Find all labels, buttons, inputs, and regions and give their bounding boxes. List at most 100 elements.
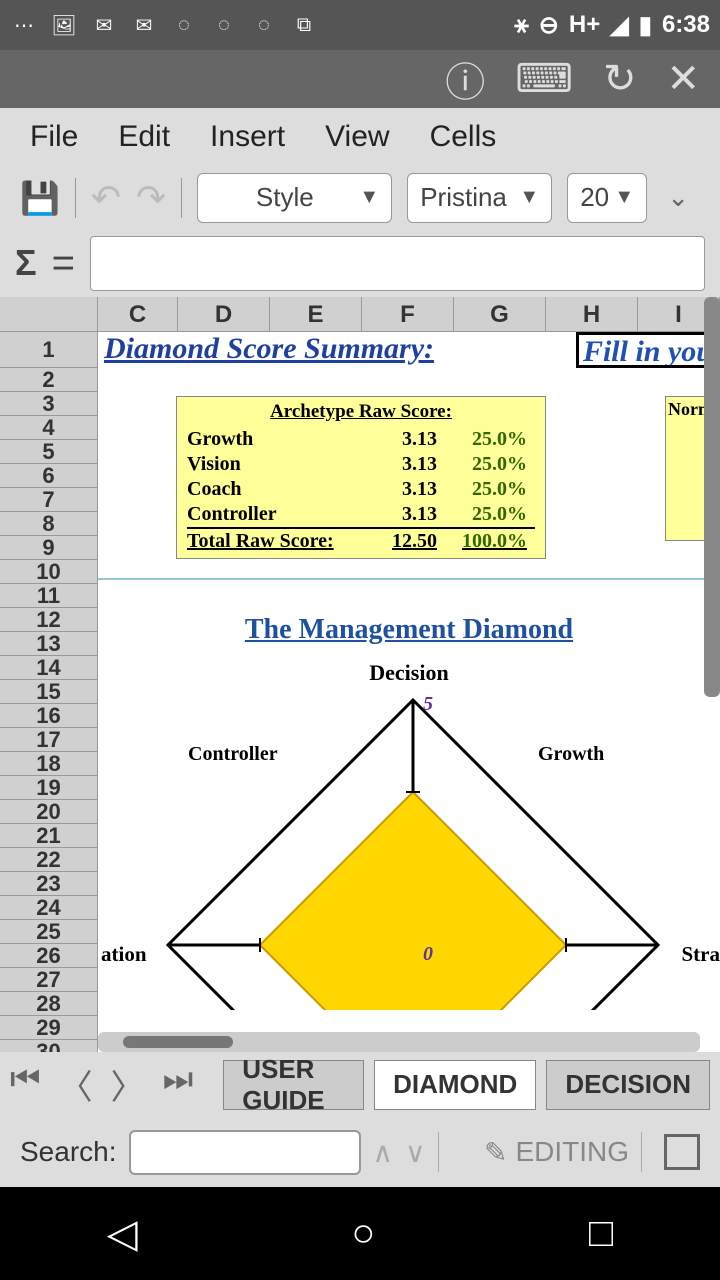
refresh-icon[interactable]: ↻ (603, 56, 637, 102)
menu-cells[interactable]: Cells (430, 120, 497, 154)
score-label: Coach (187, 478, 367, 501)
row-header[interactable]: 24 (0, 896, 97, 920)
mail-icon: ✉ (90, 11, 118, 39)
next-sheet-icon[interactable]: 〉 (111, 1060, 145, 1109)
row-header[interactable]: 28 (0, 992, 97, 1016)
redo-button[interactable]: ↷ (136, 177, 166, 219)
table-row: Coach 3.13 25.0% (187, 477, 535, 502)
undo-button[interactable]: ↶ (91, 177, 121, 219)
row-header[interactable]: 6 (0, 464, 97, 488)
table-row: Growth 3.13 25.0% (187, 427, 535, 452)
active-cell[interactable]: Fill in you (576, 332, 720, 368)
separator (181, 178, 182, 218)
score-value: 3.13 (367, 453, 437, 476)
back-button[interactable]: ◁ (107, 1211, 138, 1257)
row-header[interactable]: 1 (0, 332, 97, 368)
row-header[interactable]: 15 (0, 680, 97, 704)
axis-label-top: Decision (98, 660, 720, 686)
chevron-down-icon: ▼ (519, 186, 539, 209)
menu-file[interactable]: File (30, 120, 78, 154)
row-header[interactable]: 23 (0, 872, 97, 896)
menu-insert[interactable]: Insert (210, 120, 285, 154)
menu-edit[interactable]: Edit (118, 120, 170, 154)
horizontal-scrollbar[interactable] (98, 1032, 700, 1052)
score-value: 3.13 (367, 503, 437, 526)
row-header[interactable]: 14 (0, 656, 97, 680)
row-header[interactable]: 2 (0, 368, 97, 392)
row-header[interactable]: 20 (0, 800, 97, 824)
scrollbar-thumb[interactable] (123, 1036, 233, 1048)
axis-label-right: Growth (538, 743, 604, 765)
search-next-icon[interactable]: ∨ (405, 1136, 426, 1169)
search-input[interactable] (129, 1130, 361, 1175)
row-header[interactable]: 25 (0, 920, 97, 944)
clock: 6:38 (662, 11, 710, 39)
chart-title: The Management Diamond (98, 614, 720, 646)
prev-sheet-icon[interactable]: 〈 (59, 1060, 93, 1109)
row-header[interactable]: 12 (0, 608, 97, 632)
row-headers: 1 2 3 4 5 6 7 8 9 10 11 12 13 14 15 16 1… (0, 332, 98, 1052)
row-header[interactable]: 10 (0, 560, 97, 584)
column-header[interactable]: H (546, 297, 638, 331)
row-header[interactable]: 7 (0, 488, 97, 512)
row-header[interactable]: 21 (0, 824, 97, 848)
fullscreen-icon[interactable] (664, 1134, 700, 1170)
row-header[interactable]: 29 (0, 1016, 97, 1040)
sum-icon[interactable]: Σ (15, 242, 37, 284)
row-header[interactable]: 18 (0, 752, 97, 776)
select-all-corner[interactable] (0, 297, 98, 331)
recent-button[interactable]: □ (589, 1211, 613, 1256)
row-header[interactable]: 11 (0, 584, 97, 608)
tab-decision[interactable]: DECISION (546, 1060, 710, 1110)
column-header[interactable]: C (98, 297, 178, 331)
table-row: Vision 3.13 25.0% (187, 452, 535, 477)
row-header[interactable]: 3 (0, 392, 97, 416)
home-button[interactable]: ○ (351, 1211, 375, 1256)
keyboard-icon[interactable]: ⌨ (515, 56, 573, 102)
vertical-scrollbar[interactable] (704, 297, 720, 697)
row-header[interactable]: 19 (0, 776, 97, 800)
axis-zero: 0 (423, 943, 433, 965)
menu-view[interactable]: View (325, 120, 389, 154)
row-header[interactable]: 16 (0, 704, 97, 728)
first-sheet-icon[interactable]: ⏮ (10, 1060, 41, 1109)
divider (98, 578, 720, 580)
column-header[interactable]: F (362, 297, 454, 331)
score-percent: 25.0% (437, 478, 527, 501)
column-header[interactable]: G (454, 297, 546, 331)
row-header[interactable]: 4 (0, 416, 97, 440)
sheet-tabs-bar: ⏮ 〈 〉 ⏭ USER GUIDE DIAMOND DECISION (0, 1052, 720, 1117)
column-header[interactable]: E (270, 297, 362, 331)
font-dropdown[interactable]: Pristina ▼ (407, 173, 552, 223)
fontsize-dropdown[interactable]: 20 ▼ (567, 173, 647, 223)
expand-toolbar-icon[interactable]: ⌄ (667, 182, 689, 213)
row-header[interactable]: 8 (0, 512, 97, 536)
android-nav-bar: ◁ ○ □ (0, 1187, 720, 1280)
style-dropdown[interactable]: Style ▼ (197, 173, 392, 223)
score-percent: 25.0% (437, 503, 527, 526)
last-sheet-icon[interactable]: ⏭ (163, 1060, 194, 1109)
row-header[interactable]: 26 (0, 944, 97, 968)
info-icon[interactable]: ⓘ (445, 50, 485, 108)
format-bar: 💾 ↶ ↷ Style ▼ Pristina ▼ 20 ▼ ⌄ (0, 166, 720, 229)
separator (438, 1132, 439, 1172)
formula-input[interactable] (90, 236, 705, 291)
cells-content[interactable]: Diamond Score Summary: Fill in you Arche… (98, 332, 720, 1052)
tab-diamond[interactable]: DIAMOND (374, 1060, 536, 1110)
spreadsheet-area[interactable]: C D E F G H I 1 2 3 4 5 6 7 8 9 10 11 12… (0, 297, 720, 1052)
row-header[interactable]: 30 (0, 1040, 97, 1052)
more-icon: ⋯ (10, 11, 38, 39)
row-header[interactable]: 27 (0, 968, 97, 992)
column-header[interactable]: D (178, 297, 270, 331)
row-header[interactable]: 22 (0, 848, 97, 872)
save-icon[interactable]: 💾 (20, 179, 60, 217)
search-prev-icon[interactable]: ∧ (373, 1136, 394, 1169)
tab-user-guide[interactable]: USER GUIDE (223, 1060, 364, 1110)
row-header[interactable]: 17 (0, 728, 97, 752)
editing-mode[interactable]: ✎ EDITING (484, 1136, 629, 1169)
row-header[interactable]: 5 (0, 440, 97, 464)
row-header[interactable]: 9 (0, 536, 97, 560)
search-bar: Search: ∧ ∨ ✎ EDITING (0, 1117, 720, 1187)
row-header[interactable]: 13 (0, 632, 97, 656)
close-icon[interactable]: ✕ (666, 56, 700, 102)
